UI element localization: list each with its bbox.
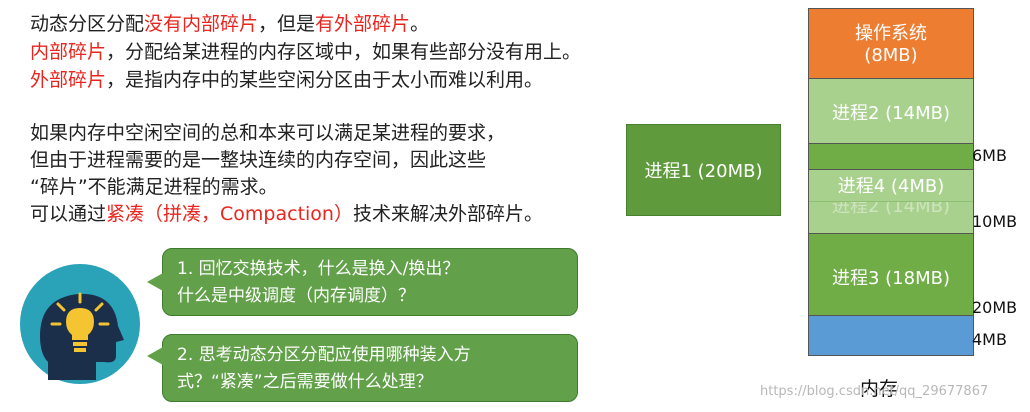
external-fragment-term: 外部碎片	[30, 69, 107, 91]
external-fragment-definition: ，是指内存中的某些空闲分区由于太小而难以利用。	[106, 69, 544, 91]
os-size-label: (8MB)	[864, 45, 918, 66]
text-span: ，但是	[258, 13, 316, 35]
os-label: 操作系统	[855, 23, 927, 44]
bubble-line: 式？“紧凑”之后需要做什么处理？	[177, 372, 433, 392]
bubble-tail	[147, 347, 163, 365]
size-label-20mb: 20MB	[972, 298, 1018, 317]
internal-fragment-definition: ，分配给某进程的内存区域中，如果有些部分没有用上。	[106, 41, 582, 63]
os-block: 操作系统 (8MB)	[809, 9, 973, 78]
text-span: 可以通过	[30, 203, 107, 225]
compaction-line: 可以通过紧凑（拼凑，Compaction）技术来解决外部碎片。	[30, 202, 543, 226]
free-4mb-block	[809, 315, 973, 355]
compaction-term: 紧凑（拼凑，Compaction）	[106, 203, 353, 225]
memory-column: 操作系统 (8MB) 进程2 (14MB) 进程2 (14MB) 进程4 (4M…	[808, 8, 974, 356]
bubble-tail	[147, 273, 163, 291]
paragraph-line-3: “碎片”不能满足进程的需求。	[30, 176, 278, 198]
has-external-fragment-text: 有外部碎片	[315, 13, 411, 35]
process1-block: 进程1 (20MB)	[626, 124, 781, 216]
no-internal-fragment-text: 没有内部碎片	[144, 13, 259, 35]
process4-label: 进程4 (4MB)	[809, 172, 973, 202]
watermark: https://blog.csdn.net/qq_29677867	[760, 384, 989, 399]
size-label-10mb: 10MB	[972, 212, 1018, 231]
paragraph-line-2: 但由于进程需要的是一整块连续的内存空间，因此这些	[30, 149, 487, 171]
process2-block: 进程2 (14MB)	[809, 78, 973, 143]
paragraph-line-1: 如果内存中空闲空间的总和本来可以满足某进程的要求，	[30, 122, 506, 144]
bubble-line: 1. 回忆交换技术，什么是换入/换出？	[177, 259, 460, 279]
process2-label: 进程2 (14MB)	[831, 103, 950, 124]
text-span: 技术来解决外部碎片。	[352, 203, 543, 225]
process4-block: 进程2 (14MB) 进程4 (4MB)	[809, 169, 973, 233]
internal-fragment-term: 内部碎片	[30, 41, 107, 63]
process1-label: 进程1 (20MB)	[644, 161, 763, 182]
size-label-4mb: 4MB	[972, 330, 1007, 349]
process3-block: 进程3 (18MB)	[809, 233, 973, 315]
text-span: 。	[410, 13, 430, 35]
external-fragment-line: 外部碎片，是指内存中的某些空闲分区由于太小而难以利用。	[30, 68, 543, 92]
size-label-6mb: 6MB	[972, 146, 1007, 165]
question-bubble-2: 2. 思考动态分区分配应使用哪种装入方 式？“紧凑”之后需要做什么处理？	[147, 334, 578, 402]
bubble-line: 2. 思考动态分区分配应使用哪种装入方	[177, 345, 471, 365]
text-span: 动态分区分配	[30, 13, 145, 35]
intro-line-1: 动态分区分配没有内部碎片，但是有外部碎片。	[30, 12, 429, 36]
process3-label: 进程3 (18MB)	[831, 268, 950, 289]
thinking-head-lightbulb-icon	[20, 264, 140, 384]
question-bubble-1: 1. 回忆交换技术，什么是换入/换出？ 什么是中级调度（内存调度）？	[147, 248, 578, 316]
free-6mb-block	[809, 143, 973, 169]
internal-fragment-line: 内部碎片，分配给某进程的内存区域中，如果有些部分没有用上。	[30, 40, 581, 64]
bubble-line: 什么是中级调度（内存调度）？	[177, 286, 415, 306]
